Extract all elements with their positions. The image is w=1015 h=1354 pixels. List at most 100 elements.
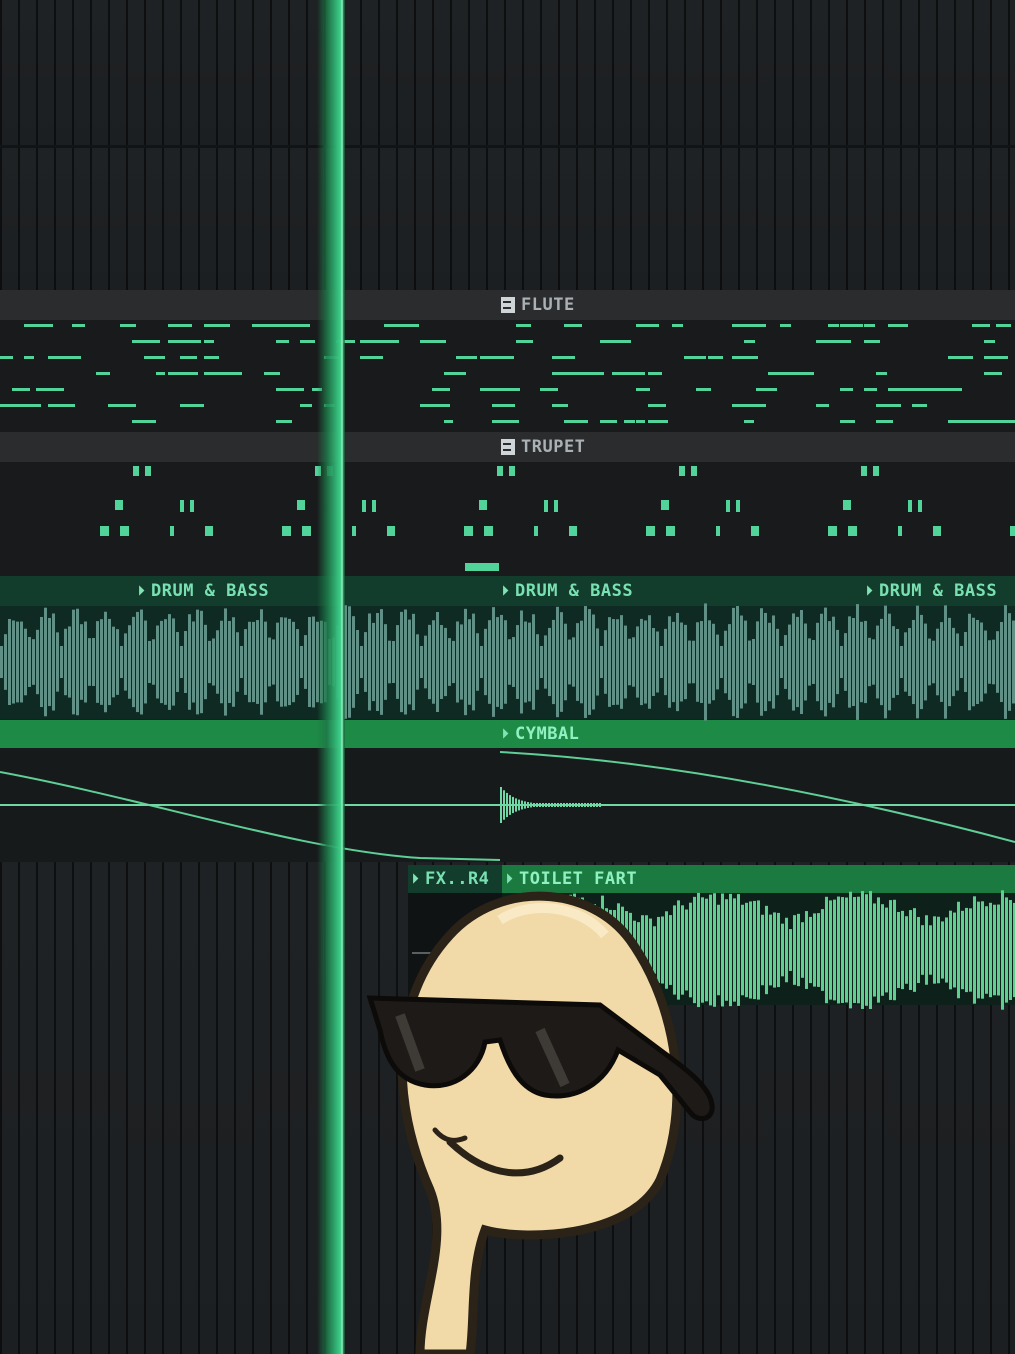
drum-bass-wave-bar <box>708 620 711 704</box>
drum-bass-wave-bar <box>376 612 379 712</box>
drum-bass-wave-bar <box>736 606 739 718</box>
drum-bass-wave-bar <box>952 627 955 697</box>
drum-bass-wave-bar <box>8 618 11 706</box>
cymbal-wave-bar <box>548 803 550 807</box>
cymbal-wave-bar <box>503 790 505 820</box>
trupet-note <box>569 526 577 536</box>
flute-note <box>144 356 156 359</box>
toilet-fart-wave-bar <box>737 894 740 1006</box>
flute-note <box>552 404 568 407</box>
flute-note <box>300 404 312 407</box>
toilet-fart-wave-bar <box>885 907 888 993</box>
drum-bass-wave-bar <box>260 609 263 715</box>
drum-bass-wave-bar <box>304 635 307 689</box>
toilet-fart-wave-bar <box>969 908 972 992</box>
flute-note <box>840 324 863 327</box>
drum-bass-wave-bar <box>228 620 231 704</box>
flute-note <box>300 340 315 343</box>
drum-bass-wave-bar <box>776 628 779 696</box>
toilet-fart-wave-bar <box>733 898 736 1002</box>
flute-note <box>156 372 165 375</box>
toilet-fart-wave-bar <box>929 925 932 975</box>
trupet-note <box>297 500 305 510</box>
drum-bass-wave-bar <box>224 608 227 716</box>
drum-bass-wave-bar <box>524 621 527 703</box>
cymbal-wave-bar <box>527 802 529 808</box>
trupet-note <box>861 466 867 476</box>
flute-note <box>180 404 204 407</box>
drum-bass-wave-bar <box>200 610 203 714</box>
playhead-marker[interactable] <box>317 0 345 1354</box>
toilet-fart-wave-bar <box>753 900 756 1000</box>
flute-note <box>648 404 666 407</box>
drum-bass-wave-bar <box>612 619 615 705</box>
drum-bass-wave-bar <box>188 614 191 710</box>
flute-note <box>288 324 310 327</box>
flute-note <box>732 324 756 327</box>
trupet-note <box>873 466 879 476</box>
flute-note <box>132 340 160 343</box>
flute-note <box>216 372 242 375</box>
flute-note <box>252 324 280 327</box>
flute-note <box>204 324 230 327</box>
drum-bass-wave-bar <box>932 640 935 684</box>
toilet-fart-wave-bar <box>905 916 908 984</box>
drum-bass-wave-bar <box>528 622 531 702</box>
drum-bass-wave-bar <box>608 617 611 707</box>
drum-bass-wave-bar <box>772 615 775 709</box>
trupet-note <box>387 526 395 536</box>
drum-bass-wave-bar <box>840 646 843 678</box>
playlist-arrangement[interactable]: FLUTE TRUPET ⏵ DRUM & BASS ⏵ DRUM & BASS… <box>0 0 1015 1354</box>
flute-note <box>996 420 1015 423</box>
drum-bass-wave-bar <box>540 646 543 678</box>
flute-note <box>600 420 617 423</box>
drum-bass-wave-bar <box>568 639 571 685</box>
automation-curve <box>499 751 1015 843</box>
drum-bass-wave-bar <box>676 612 679 712</box>
flute-note <box>984 372 1002 375</box>
drum-bass-wave-bar <box>504 620 507 704</box>
flute-note <box>276 340 289 343</box>
toilet-fart-wave-bar <box>849 891 852 1009</box>
flute-note <box>864 340 880 343</box>
toilet-fart-wave-bar <box>817 913 820 987</box>
cymbal-wave-bar <box>587 803 589 807</box>
trupet-note <box>190 500 194 512</box>
drum-bass-wave-bar <box>852 617 855 707</box>
flute-note <box>780 372 804 375</box>
flute-note <box>540 388 558 391</box>
toilet-fart-wave-bar <box>957 901 960 999</box>
flute-note <box>432 404 450 407</box>
cymbal-wave-bar <box>581 803 583 807</box>
cymbal-wave-bar <box>557 803 559 807</box>
drum-bass-wave-bar <box>740 615 743 709</box>
drum-bass-wave-bar <box>44 607 47 717</box>
flute-note <box>840 420 855 423</box>
trupet-note <box>282 526 291 536</box>
drum-bass-wave-bar <box>720 646 723 678</box>
cymbal-wave-bar <box>551 803 553 807</box>
drum-bass-wave-bar <box>104 611 107 713</box>
trupet-note <box>691 466 697 476</box>
drum-bass-wave-bar <box>924 623 927 701</box>
toilet-fart-wave-bar <box>997 904 1000 996</box>
drum-bass-wave-bar <box>208 640 211 684</box>
drum-bass-wave-bar <box>592 614 595 710</box>
toilet-fart-wave-bar <box>909 910 912 990</box>
flute-note <box>936 388 962 391</box>
toilet-fart-wave-bar <box>777 912 780 988</box>
flute-note <box>180 324 192 327</box>
trupet-note <box>170 526 174 536</box>
drum-bass-wave-bar <box>272 639 275 685</box>
cymbal-wave-bar <box>509 795 511 815</box>
cymbal-wave-bar <box>578 803 580 807</box>
drum-bass-wave-bar <box>788 624 791 700</box>
drum-bass-wave-bar <box>484 628 487 696</box>
drum-bass-wave-bar <box>280 617 283 707</box>
drum-bass-wave-bar <box>644 620 647 704</box>
drum-bass-wave-bar <box>120 646 123 678</box>
flute-note <box>492 356 514 359</box>
trupet-note <box>898 526 902 536</box>
drum-bass-wave-bar <box>456 621 459 703</box>
cymbal-wave-bar <box>500 787 502 823</box>
